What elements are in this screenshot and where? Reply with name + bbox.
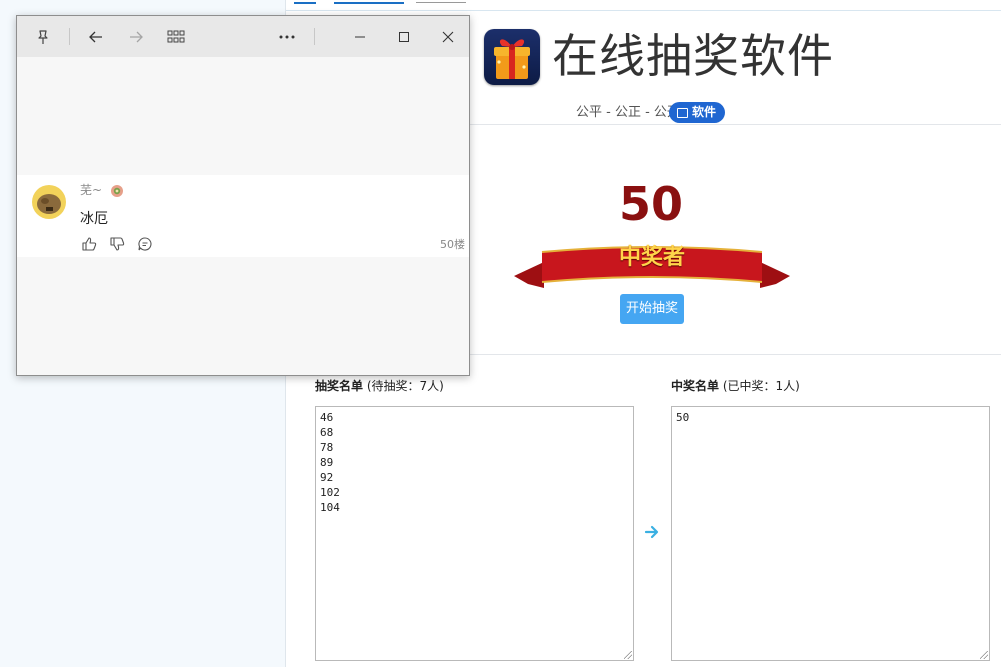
close-icon[interactable] [437, 26, 459, 48]
pool-entry: 104 [320, 501, 340, 514]
avatar[interactable] [32, 185, 66, 219]
winner-list-count: (已中奖：1人) [722, 379, 800, 393]
forward-arrow-icon[interactable] [125, 26, 147, 48]
subtitle: 公平 - 公正 - 公开 [576, 105, 680, 120]
pool-entry: 89 [320, 456, 334, 469]
pool-entry: 92 [320, 471, 334, 484]
titlebar-divider [314, 28, 315, 45]
comment-post: 芜~ 冰厄 50楼 [17, 175, 469, 257]
user-badge-icon [110, 183, 124, 197]
pin-icon[interactable] [32, 26, 54, 48]
pool-list-textarea[interactable]: 46 68 78 89 92 102 104 [315, 406, 634, 661]
winner-entry: 50 [676, 411, 690, 424]
titlebar-divider [69, 28, 70, 45]
arrow-right-icon [644, 525, 659, 539]
page-title: 在线抽奖软件 [552, 29, 834, 83]
start-draw-button[interactable]: 开始抽奖 [620, 294, 684, 324]
winner-list-title: 中奖名单 [671, 379, 720, 393]
pool-list-count: (待抽奖：7人) [366, 379, 444, 393]
software-badge-label: 软件 [692, 105, 717, 119]
pool-list-title: 抽奖名单 [315, 379, 364, 393]
resize-grip-icon[interactable] [980, 651, 988, 659]
floor-number: 50楼 [440, 238, 465, 251]
minimize-icon[interactable] [349, 26, 371, 48]
comment-icon[interactable] [137, 236, 153, 252]
winner-number: 50 [618, 177, 683, 231]
maximize-icon[interactable] [393, 26, 415, 48]
grid-icon[interactable] [165, 26, 187, 48]
winner-list-heading: 中奖名单 (已中奖：1人) [671, 378, 800, 394]
pool-entry: 68 [320, 426, 334, 439]
more-icon[interactable] [276, 26, 298, 48]
username[interactable]: 芜~ [80, 182, 102, 198]
thumbs-down-icon[interactable] [109, 236, 125, 252]
pool-entry: 102 [320, 486, 340, 499]
thumbs-up-icon[interactable] [81, 236, 97, 252]
resize-grip-icon[interactable] [624, 651, 632, 659]
pool-entry: 46 [320, 411, 334, 424]
pool-list-heading: 抽奖名单 (待抽奖：7人) [315, 378, 444, 394]
back-arrow-icon[interactable] [85, 26, 107, 48]
floating-window: 芜~ 冰厄 50楼 [16, 15, 470, 376]
software-badge[interactable]: 软件 [669, 102, 726, 123]
pool-entry: 78 [320, 441, 334, 454]
ribbon-label: 中奖者 [618, 245, 685, 270]
breadcrumb-current [416, 0, 466, 3]
breadcrumb-link-home[interactable] [294, 0, 316, 4]
document-icon [677, 107, 688, 118]
breadcrumb-link-category[interactable] [334, 0, 404, 4]
window-titlebar[interactable] [17, 16, 469, 57]
winner-list-textarea[interactable]: 50 [671, 406, 990, 661]
comment-text: 冰厄 [80, 211, 108, 227]
breadcrumb [286, 0, 1001, 11]
gift-logo-icon [484, 29, 540, 85]
